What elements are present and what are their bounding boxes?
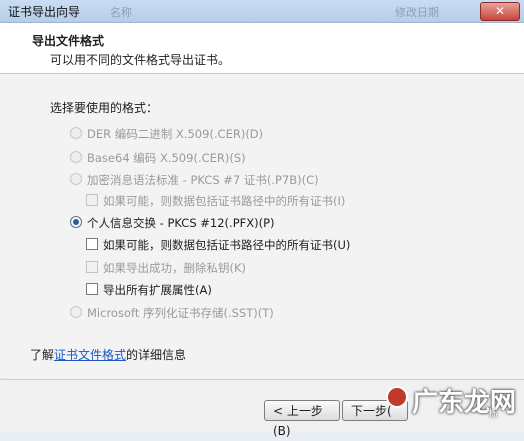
checkbox-delete-private-key-label: 如果导出成功，删除私钥(K) [103, 261, 247, 275]
radio-pkcs7[interactable]: 加密消息语法标准 - PKCS #7 证书(.P7B)(C) [70, 172, 319, 188]
checkbox-pkcs7-include-chain-box[interactable] [86, 194, 98, 206]
radio-sst-label: Microsoft 序列化证书存储(.SST)(T) [87, 306, 274, 320]
radio-base64-indicator[interactable] [70, 151, 82, 163]
radio-pfx-label: 个人信息交换 - PKCS #12(.PFX)(P) [87, 216, 275, 230]
wizard-header: 导出文件格式 可以用不同的文件格式导出证书。 [0, 23, 524, 74]
page-subtitle: 可以用不同的文件格式导出证书。 [50, 53, 231, 67]
more-info-prefix: 了解 [30, 348, 55, 362]
more-info-suffix: 的详细信息 [126, 348, 187, 362]
radio-sst-indicator[interactable] [70, 306, 82, 318]
back-button[interactable]: < 上一步(B) [264, 400, 340, 438]
title-bar: 证书导出向导 名称 修改日期 ✕ [0, 0, 524, 23]
radio-der-indicator[interactable] [70, 127, 82, 139]
radio-base64-label: Base64 编码 X.509(.CER)(S) [87, 151, 246, 165]
background-column-date: 修改日期 [395, 6, 439, 19]
radio-pkcs7-indicator[interactable] [70, 173, 82, 185]
checkbox-delete-private-key[interactable]: 如果导出成功，删除私钥(K) [86, 260, 246, 276]
close-button[interactable]: ✕ [480, 2, 520, 21]
watermark-text: 广东龙网 [412, 388, 517, 418]
radio-der-label: DER 编码二进制 X.509(.CER)(D) [87, 127, 264, 141]
radio-base64[interactable]: Base64 编码 X.509(.CER)(S) [70, 150, 246, 166]
radio-pfx-indicator[interactable] [70, 216, 82, 228]
checkbox-delete-private-key-box[interactable] [86, 261, 98, 273]
more-info: 了解证书文件格式的详细信息 [30, 346, 186, 363]
checkbox-export-extended-properties-label: 导出所有扩展属性(A) [103, 283, 212, 297]
radio-sst[interactable]: Microsoft 序列化证书存储(.SST)(T) [70, 305, 274, 321]
background-column-name: 名称 [110, 6, 132, 19]
page-title: 导出文件格式 [32, 34, 105, 48]
watermark-small: 标 [488, 409, 498, 420]
checkbox-pkcs7-include-chain-label: 如果可能，则数据包括证书路径中的所有证书(I) [103, 194, 346, 208]
window-title: 证书导出向导 [8, 5, 81, 19]
checkbox-pfx-include-chain-label: 如果可能，则数据包括证书路径中的所有证书(U) [103, 238, 351, 252]
checkbox-pfx-include-chain[interactable]: 如果可能，则数据包括证书路径中的所有证书(U) [86, 237, 350, 253]
checkbox-pkcs7-include-chain[interactable]: 如果可能，则数据包括证书路径中的所有证书(I) [86, 193, 345, 209]
checkbox-export-extended-properties[interactable]: 导出所有扩展属性(A) [86, 282, 212, 298]
radio-der[interactable]: DER 编码二进制 X.509(.CER)(D) [70, 126, 263, 142]
certificate-format-link[interactable]: 证书文件格式 [54, 348, 126, 362]
checkbox-export-extended-properties-box[interactable] [86, 283, 98, 295]
checkbox-pfx-include-chain-box[interactable] [86, 238, 98, 250]
format-prompt: 选择要使用的格式： [50, 101, 159, 115]
watermark-logo-icon [386, 386, 408, 408]
radio-pfx[interactable]: 个人信息交换 - PKCS #12(.PFX)(P) [70, 215, 275, 231]
wizard-content: 选择要使用的格式： DER 编码二进制 X.509(.CER)(D) Base6… [0, 74, 524, 378]
radio-pkcs7-label: 加密消息语法标准 - PKCS #7 证书(.P7B)(C) [87, 173, 319, 187]
